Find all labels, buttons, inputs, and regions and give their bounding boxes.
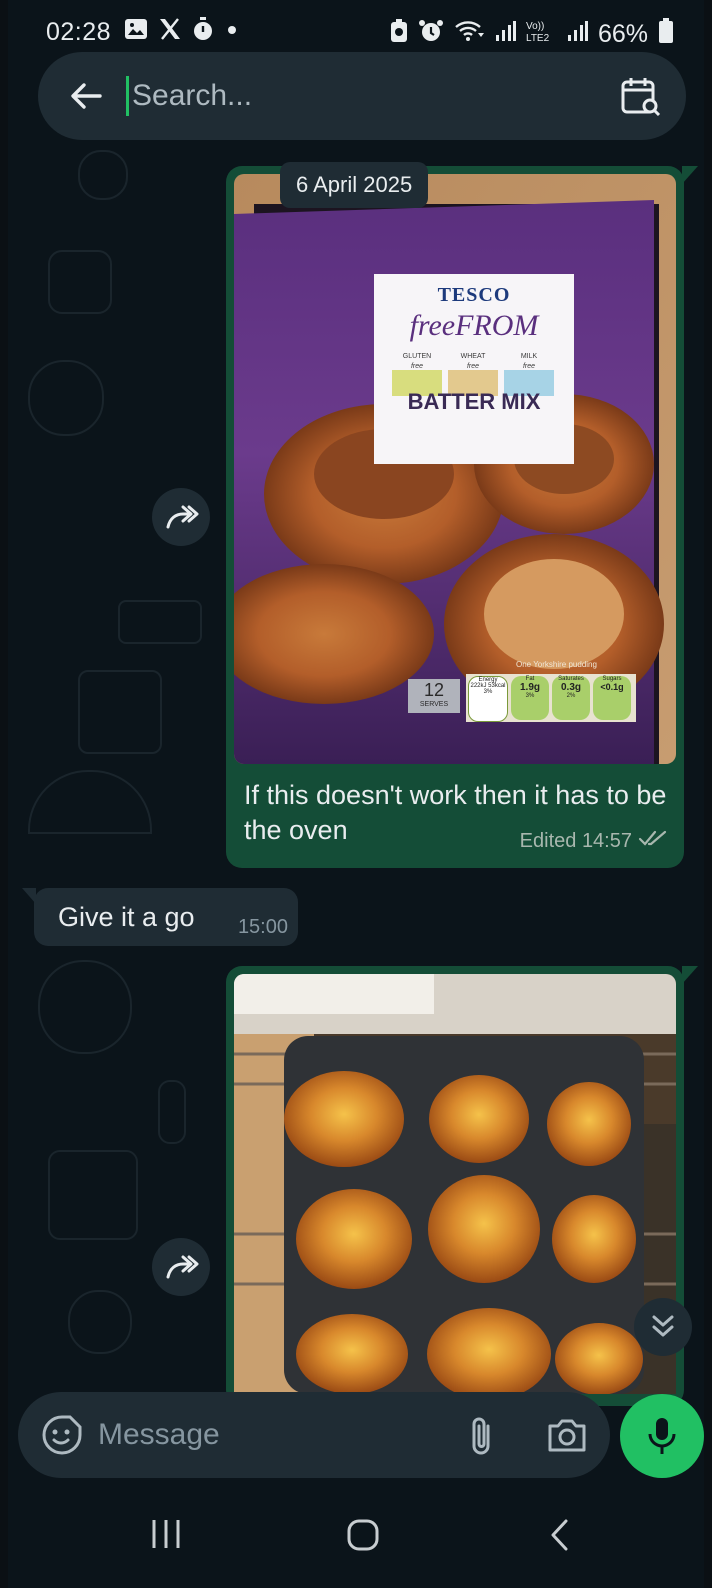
message-edited-time: Edited 14:57 xyxy=(519,829,632,852)
camera-icon[interactable] xyxy=(546,1414,588,1461)
microphone-icon xyxy=(646,1416,678,1461)
x-icon xyxy=(158,18,182,47)
message-photo[interactable] xyxy=(234,974,676,1394)
volte-icon: Vo)) LTE2 xyxy=(526,19,556,50)
nutrient-pct: 3% xyxy=(483,689,493,695)
badge-sub: free xyxy=(410,363,424,370)
double-check-icon xyxy=(638,828,668,854)
scroll-to-bottom-button[interactable] xyxy=(634,1298,692,1356)
home-icon[interactable] xyxy=(346,1518,380,1557)
nutrient-value: <0.1g xyxy=(600,682,624,692)
sticker-icon[interactable] xyxy=(40,1413,84,1462)
nutrient-value: 1.9g xyxy=(519,682,540,693)
back-arrow-icon[interactable] xyxy=(64,74,108,118)
product-label: TESCO freeFROM GLUTEN free WHEAT free MILK… xyxy=(374,274,574,464)
signal-icon xyxy=(494,19,516,50)
gallery-icon xyxy=(124,18,148,47)
attach-icon[interactable] xyxy=(466,1414,496,1463)
system-navigation-bar xyxy=(8,1488,704,1588)
status-time: 02:28 xyxy=(46,18,112,46)
message-meta: Edited 14:57 xyxy=(520,828,668,854)
search-bar xyxy=(38,52,686,140)
text-cursor xyxy=(126,76,129,116)
dot-icon xyxy=(224,18,240,47)
forward-button[interactable] xyxy=(152,488,210,546)
svg-text:Vo)): Vo)) xyxy=(526,21,544,32)
nutrient-value: 0.3g xyxy=(560,682,581,693)
message-time: 15:00 xyxy=(237,916,288,938)
wifi-icon xyxy=(454,19,484,50)
nutrient-pct: 3% xyxy=(525,693,535,699)
message-input[interactable] xyxy=(98,1412,438,1458)
recent-apps-icon[interactable] xyxy=(148,1518,184,1555)
battery-saver-icon xyxy=(390,19,408,50)
back-icon[interactable] xyxy=(548,1518,572,1557)
alarm-icon xyxy=(418,19,444,50)
badge-sub: free xyxy=(522,363,536,370)
chat-screen: 02:28 Vo)) LTE2 66% Search... TESCO free… xyxy=(8,0,704,1588)
message-text: Give it a go xyxy=(58,902,195,932)
nutrient-pct: 2% xyxy=(566,693,576,699)
badge-sub: free xyxy=(466,363,480,370)
outgoing-image-message[interactable]: TESCO freeFROM GLUTEN free WHEAT free MILK… xyxy=(226,166,698,868)
badge-label: WHEAT xyxy=(460,353,486,360)
battery-percent: 66% xyxy=(597,20,648,48)
serves-label: SERVES xyxy=(419,701,449,708)
svg-text:LTE2: LTE2 xyxy=(526,33,550,43)
date-chip: 6 April 2025 xyxy=(280,162,429,208)
search-input[interactable] xyxy=(132,72,592,120)
signal-icon xyxy=(566,19,588,50)
outgoing-image-message[interactable] xyxy=(226,966,698,1406)
voice-message-button[interactable] xyxy=(620,1394,704,1478)
badge-label: MILK xyxy=(520,353,538,360)
forward-button[interactable] xyxy=(152,1238,210,1296)
product-line: freeFROM xyxy=(409,309,539,342)
status-bar: 02:28 Vo)) LTE2 66% xyxy=(8,0,704,58)
message-composer xyxy=(18,1392,610,1478)
badge-label: GLUTEN xyxy=(402,353,432,360)
calendar-search-icon[interactable] xyxy=(618,74,662,118)
message-photo[interactable]: TESCO freeFROM GLUTEN free WHEAT free MILK… xyxy=(234,174,676,764)
incoming-text-message[interactable]: Give it a go 15:00 xyxy=(22,888,298,946)
product-name: BATTER MIX xyxy=(407,389,541,414)
nutrition-table: Energy 222kJ 53kcal 3% Fat 1.9g 3% Saturates… xyxy=(468,676,631,722)
timer-icon xyxy=(192,17,214,48)
nutrition-header: One Yorkshire pudding xyxy=(516,660,597,669)
free-badges: GLUTEN free WHEAT free MILK free xyxy=(392,349,574,375)
serves-number: 12 xyxy=(423,680,445,700)
double-chevron-down-icon xyxy=(651,1313,675,1346)
forward-icon xyxy=(165,503,199,536)
forward-icon xyxy=(165,1253,199,1286)
battery-icon xyxy=(658,18,674,51)
serves-box: 12 SERVES xyxy=(408,679,460,713)
product-brand: TESCO xyxy=(437,284,511,306)
